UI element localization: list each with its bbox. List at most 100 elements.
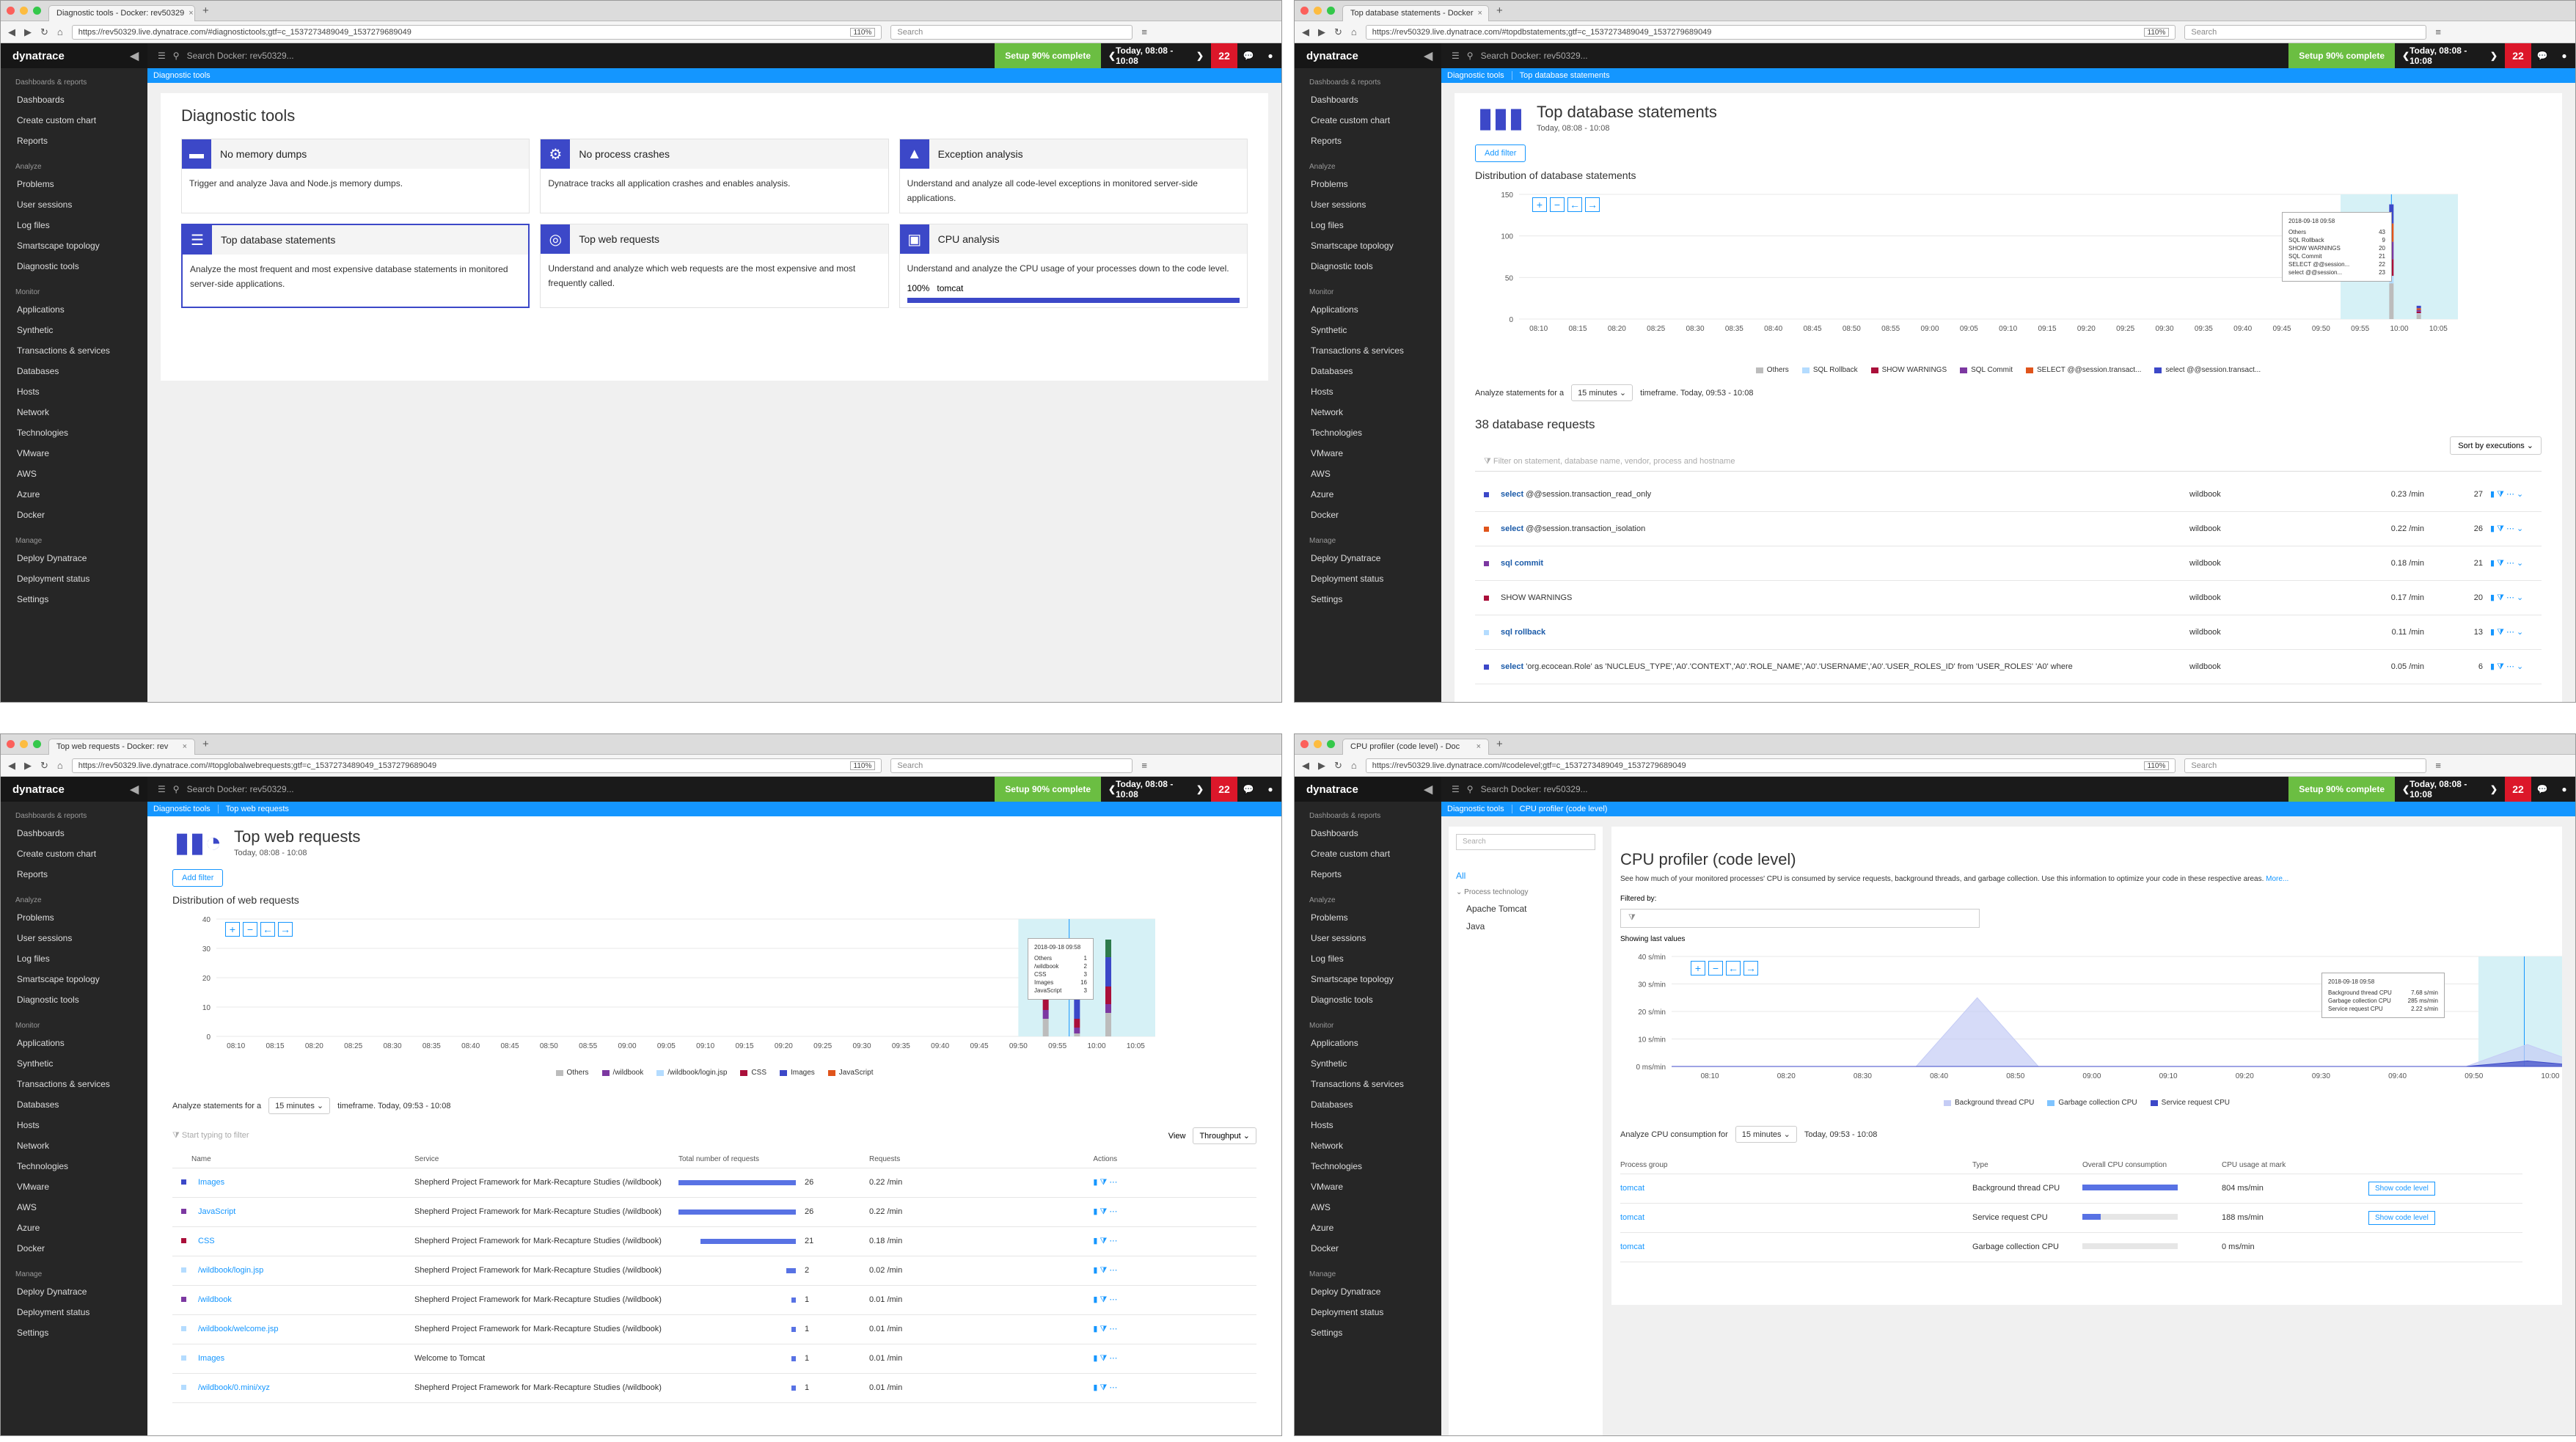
sidebar-item-settings[interactable]: Settings bbox=[1295, 589, 1441, 610]
address-bar[interactable]: https://rev50329.live.dynatrace.com/#top… bbox=[71, 758, 882, 773]
back-icon[interactable]: ◀ bbox=[1302, 26, 1309, 38]
pan-left-icon[interactable]: ← bbox=[260, 922, 275, 937]
legend-item[interactable]: JavaScript bbox=[827, 1069, 873, 1077]
table-row[interactable]: Images Shepherd Project Framework for Mar… bbox=[172, 1168, 1256, 1198]
show-code-level-button[interactable]: Show code level bbox=[2368, 1181, 2435, 1196]
hamburger-icon[interactable]: ☰ bbox=[158, 51, 166, 61]
statement-text[interactable]: select @@session.transaction_read_only bbox=[1501, 490, 2189, 499]
problems-badge[interactable]: 22 bbox=[2505, 43, 2531, 68]
row-actions[interactable]: ▮ ⧩ ⋯ bbox=[1093, 1226, 1256, 1256]
sidebar-item-aws[interactable]: AWS bbox=[1, 1197, 147, 1218]
cpu-filter-input[interactable]: ⧩ bbox=[1620, 909, 1980, 928]
table-row[interactable]: /wildbook Shepherd Project Framework for … bbox=[172, 1285, 1256, 1315]
sidebar-item-reports[interactable]: Reports bbox=[1, 131, 147, 151]
bar-segment[interactable] bbox=[1105, 1004, 1111, 1013]
area-series[interactable] bbox=[1672, 1060, 2562, 1067]
bar-segment[interactable] bbox=[2416, 313, 2421, 315]
bar-segment[interactable] bbox=[1074, 1028, 1080, 1033]
row-actions[interactable]: ▮ ⧩ ⋯ ⌄ bbox=[2483, 524, 2542, 534]
timeframe-selector[interactable]: ❮ Today, 08:08 - 10:08 ❯ bbox=[2395, 45, 2505, 66]
service-name[interactable]: Shepherd Project Framework for Mark-Reca… bbox=[414, 1226, 678, 1256]
sidebar-item-create-custom-chart[interactable]: Create custom chart bbox=[1, 110, 147, 131]
setup-progress[interactable]: Setup 90% complete bbox=[2288, 43, 2395, 68]
sidebar-item-hosts[interactable]: Hosts bbox=[1, 381, 147, 402]
request-filter-input[interactable]: ⧩ Start typing to filter bbox=[172, 1131, 1168, 1141]
statement-filter-input[interactable]: ⧩ Filter on statement, database name, ve… bbox=[1475, 453, 2542, 472]
table-row[interactable]: Images Welcome to Tomcat 1 0.01 /min ▮ ⧩ ⋯ bbox=[172, 1344, 1256, 1374]
bar-segment[interactable] bbox=[1105, 957, 1111, 987]
collapse-icon[interactable]: ◀ bbox=[130, 49, 139, 62]
sidebar-item-reports[interactable]: Reports bbox=[1295, 864, 1441, 885]
service-name[interactable]: wildbook bbox=[2189, 593, 2358, 602]
bar-segment[interactable] bbox=[1105, 1013, 1111, 1036]
request-name-link[interactable]: Images bbox=[198, 1354, 224, 1363]
sidebar-item-problems[interactable]: Problems bbox=[1295, 907, 1441, 928]
process-group-link[interactable]: tomcat bbox=[1620, 1174, 1972, 1204]
sidebar-item-synthetic[interactable]: Synthetic bbox=[1295, 1053, 1441, 1074]
sidebar-item-azure[interactable]: Azure bbox=[1295, 1218, 1441, 1238]
crumb-diagnostic-tools[interactable]: Diagnostic tools bbox=[1447, 805, 1512, 813]
sidebar-item-log-files[interactable]: Log files bbox=[1295, 215, 1441, 235]
zoom-out-icon[interactable]: − bbox=[1550, 197, 1565, 212]
sidebar-item-technologies[interactable]: Technologies bbox=[1295, 1156, 1441, 1176]
row-actions[interactable]: ▮ ⧩ ⋯ bbox=[1093, 1373, 1256, 1403]
chat-icon[interactable]: 💬 bbox=[1237, 784, 1259, 794]
db-distribution-chart[interactable]: 150 100 50 0 08:10 08:15 08:20 08:25 08:30 08:35 0… bbox=[1475, 187, 2542, 363]
crumb-diagnostic-tools[interactable]: Diagnostic tools bbox=[153, 805, 218, 813]
sidebar-item-problems[interactable]: Problems bbox=[1295, 174, 1441, 194]
row-actions[interactable]: ▮ ⧩ ⋯ bbox=[1093, 1344, 1256, 1374]
view-select[interactable]: Throughput ⌄ bbox=[1193, 1127, 1256, 1144]
pan-right-icon[interactable]: → bbox=[278, 922, 293, 937]
sidebar-item-problems[interactable]: Problems bbox=[1, 907, 147, 928]
sidebar-item-databases[interactable]: Databases bbox=[1, 1094, 147, 1115]
service-name[interactable]: Shepherd Project Framework for Mark-Reca… bbox=[414, 1256, 678, 1286]
filter-java[interactable]: Java bbox=[1456, 921, 1595, 932]
sidebar-item-network[interactable]: Network bbox=[1, 1135, 147, 1156]
sidebar-item-docker[interactable]: Docker bbox=[1, 505, 147, 525]
row-actions[interactable]: ▮ ⧩ ⋯ bbox=[1093, 1256, 1256, 1286]
home-icon[interactable]: ⌂ bbox=[1351, 26, 1357, 37]
db-statement-row[interactable]: SHOW WARNINGS wildbook 0.17 /min 20 ▮ ⧩ ⋯ ⌄ bbox=[1475, 581, 2542, 615]
request-name-link[interactable]: CSS bbox=[198, 1237, 215, 1245]
home-icon[interactable]: ⌂ bbox=[57, 26, 63, 37]
column-header[interactable]: Type bbox=[1972, 1157, 2082, 1174]
browser-search[interactable]: Search bbox=[890, 758, 1133, 773]
table-row[interactable]: tomcat Background thread CPU 804 ms/min Sho… bbox=[1620, 1174, 2522, 1204]
sidebar-item-docker[interactable]: Docker bbox=[1295, 1238, 1441, 1259]
service-name[interactable]: wildbook bbox=[2189, 524, 2358, 533]
sidebar-item-smartscape-topology[interactable]: Smartscape topology bbox=[1295, 969, 1441, 989]
service-name[interactable]: Shepherd Project Framework for Mark-Reca… bbox=[414, 1373, 678, 1403]
sidebar-item-aws[interactable]: AWS bbox=[1, 464, 147, 484]
pan-left-icon[interactable]: ← bbox=[1726, 961, 1741, 976]
statement-text[interactable]: sql rollback bbox=[1501, 628, 2189, 637]
table-row[interactable]: JavaScript Shepherd Project Framework for… bbox=[172, 1197, 1256, 1227]
table-row[interactable]: tomcat Service request CPU 188 ms/min Show … bbox=[1620, 1203, 2522, 1233]
sidebar-item-dashboards[interactable]: Dashboards bbox=[1295, 89, 1441, 110]
sidebar-item-diagnostic-tools[interactable]: Diagnostic tools bbox=[1295, 256, 1441, 277]
sidebar-item-smartscape-topology[interactable]: Smartscape topology bbox=[1, 969, 147, 989]
sidebar-item-hosts[interactable]: Hosts bbox=[1, 1115, 147, 1135]
row-actions[interactable]: ▮ ⧩ ⋯ bbox=[1093, 1168, 1256, 1198]
browser-search[interactable]: Search bbox=[2184, 24, 2427, 40]
add-filter-button[interactable]: Add filter bbox=[172, 869, 224, 887]
service-name[interactable]: Shepherd Project Framework for Mark-Reca… bbox=[414, 1285, 678, 1315]
sidebar-item-applications[interactable]: Applications bbox=[1, 1033, 147, 1053]
problems-badge[interactable]: 22 bbox=[2505, 777, 2531, 802]
row-actions[interactable]: ▮ ⧩ ⋯ ⌄ bbox=[2483, 489, 2542, 499]
reload-icon[interactable]: ↻ bbox=[1334, 760, 1342, 772]
sidebar-item-deployment-status[interactable]: Deployment status bbox=[1295, 568, 1441, 589]
bar-segment[interactable] bbox=[2416, 308, 2421, 310]
request-name-link[interactable]: /wildbook/0.mini/xyz bbox=[198, 1383, 270, 1392]
sidebar-item-aws[interactable]: AWS bbox=[1295, 464, 1441, 484]
zoom-in-icon[interactable]: + bbox=[1532, 197, 1547, 212]
db-statement-row[interactable]: select 'org.ecocean.Role' as 'NUCLEUS_TY… bbox=[1475, 650, 2542, 684]
process-group-link[interactable]: tomcat bbox=[1620, 1203, 1972, 1233]
column-header[interactable]: Actions bbox=[1093, 1152, 1256, 1168]
legend-item[interactable]: SHOW WARNINGS bbox=[1870, 366, 1947, 374]
browser-tab[interactable]: Top web requests - Docker: rev × bbox=[48, 738, 195, 755]
reload-icon[interactable]: ↻ bbox=[40, 760, 48, 772]
browser-tab[interactable]: Top database statements - Docker × bbox=[1342, 4, 1489, 21]
sidebar-item-docker[interactable]: Docker bbox=[1, 1238, 147, 1259]
chat-icon[interactable]: 💬 bbox=[1237, 51, 1259, 61]
bar-segment[interactable] bbox=[1074, 1033, 1080, 1036]
